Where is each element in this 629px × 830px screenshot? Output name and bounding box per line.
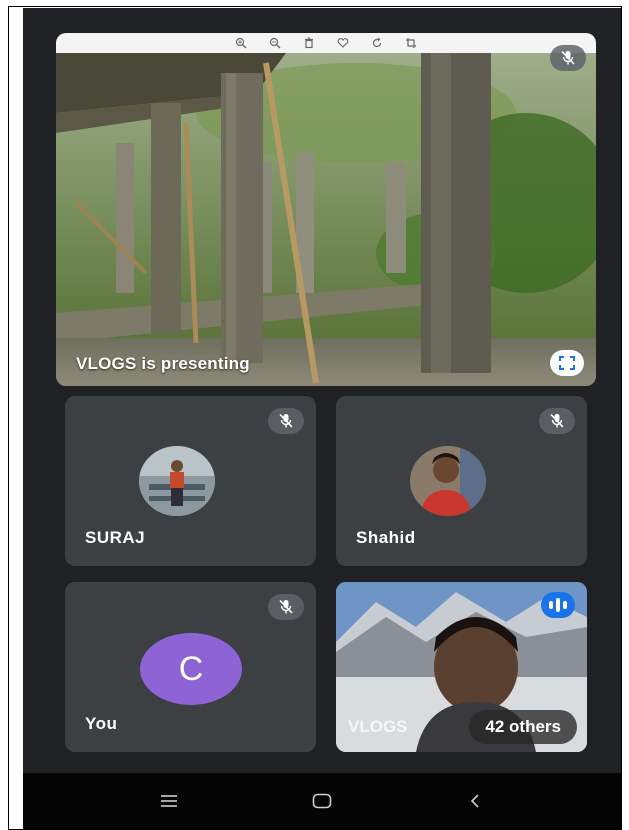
presenting-label: VLOGS is presenting [76,354,250,373]
audio-level-bar [556,598,560,612]
fullscreen-button[interactable] [550,350,584,376]
speaker-name: VLOGS [348,717,408,736]
participant-tile-suraj[interactable]: SURAJ [65,396,316,566]
trash-icon[interactable] [303,37,315,49]
zoom-in-icon[interactable] [235,37,247,49]
heart-icon[interactable] [337,37,349,49]
android-nav-bar [23,773,621,829]
image-viewer-toolbar [56,33,596,53]
rotate-icon[interactable] [371,37,383,49]
audio-level-bar [549,601,553,609]
mic-off-icon [550,413,564,428]
participant-tile-you[interactable]: C You [65,582,316,752]
zoom-out-icon[interactable] [269,37,281,49]
avatar [410,446,486,516]
avatar-photo [410,446,486,516]
construction-site-photo [56,53,596,386]
participant-tile-shahid[interactable]: Shahid [336,396,587,566]
back-button[interactable] [460,786,490,816]
presenter-muted-indicator [550,45,586,71]
muted-indicator [268,408,304,434]
others-count-badge[interactable]: 42 others [469,710,577,744]
muted-indicator [539,408,575,434]
meet-screen: VLOGS is presenting SURAJ Shahid C You V… [23,8,621,829]
others-tile[interactable]: VLOGS 42 others [336,582,587,752]
mic-off-icon [561,50,575,65]
participant-name: You [85,714,118,733]
presentation-tile[interactable]: VLOGS is presenting [56,33,596,386]
participant-name: Shahid [356,528,416,547]
avatar [139,446,215,516]
avatar-photo [139,446,215,516]
fullscreen-icon [559,356,575,370]
mic-off-icon [279,413,293,428]
home-button[interactable] [307,786,337,816]
recents-icon [161,795,178,807]
muted-indicator [268,594,304,620]
avatar-letter: C [140,633,242,705]
recents-button[interactable] [154,786,184,816]
back-icon [470,794,479,808]
mic-off-icon [279,599,293,614]
audio-level-bar [563,601,567,609]
home-icon [312,793,332,809]
participant-name: SURAJ [85,528,146,547]
crop-icon[interactable] [405,37,417,49]
speaking-indicator [541,592,575,618]
